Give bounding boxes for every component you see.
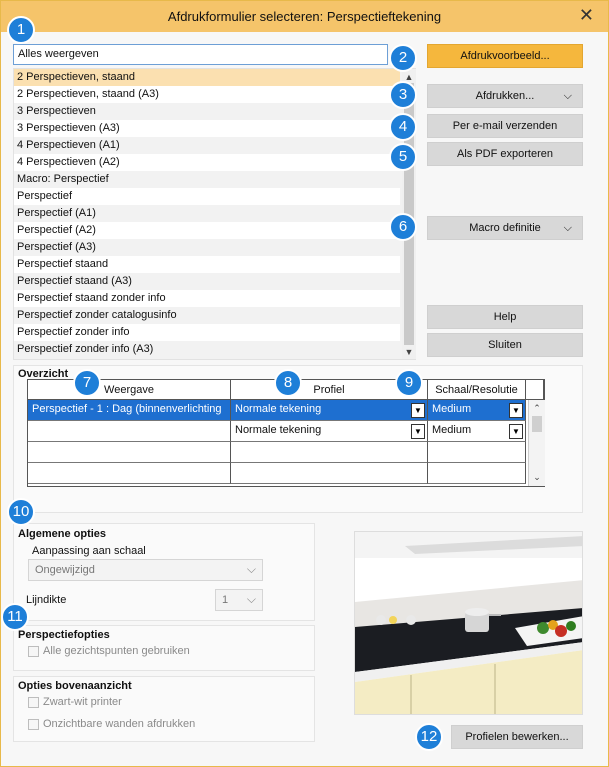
dropdown-arrow-icon[interactable]: ▼ (509, 424, 523, 439)
template-list-item[interactable]: 3 Perspectieven (14, 103, 400, 120)
callout-badge-1: 1 (7, 16, 35, 44)
line-width-label: Lijndikte (26, 594, 67, 606)
top-view-options-panel: Opties bovenaanzicht Zwart-wit printer O… (13, 676, 315, 742)
template-list-item[interactable]: Macro: Perspectief (14, 171, 400, 188)
macro-definition-label: Macro definitie (469, 222, 541, 234)
scroll-down-icon[interactable]: ⌄ (531, 471, 543, 483)
edit-profiles-button[interactable]: Profielen bewerken... (451, 725, 583, 749)
callout-badge-9: 9 (395, 369, 423, 397)
template-list-item[interactable]: 4 Perspectieven (A1) (14, 137, 400, 154)
callout-badge-4: 4 (389, 113, 417, 141)
template-list-item[interactable]: Perspectief zonder info (14, 324, 400, 341)
row-view-cell[interactable] (28, 463, 231, 484)
dropdown-arrow-icon[interactable]: ▼ (411, 424, 425, 439)
row-profile-cell[interactable] (231, 442, 428, 463)
send-email-button[interactable]: Per e-mail verzenden (427, 114, 583, 138)
title-bar: Afdrukformulier selecteren: Perspectieft… (1, 1, 608, 32)
template-list-item[interactable]: Perspectief (A1) (14, 205, 400, 222)
scroll-down-icon[interactable]: ▼ (403, 346, 415, 358)
template-list: 2 Perspectieven, staand 2 Perspectieven, … (13, 68, 416, 360)
row-scale-cell[interactable] (428, 463, 526, 484)
template-list-item[interactable]: 2 Perspectieven, staand (A3) (14, 86, 400, 103)
column-header-scale[interactable]: Schaal/Resolutie (428, 380, 526, 400)
template-list-item[interactable]: 2 Perspectieven, staand (14, 69, 400, 86)
grid-scrollbar[interactable]: ⌃ ⌄ (528, 400, 545, 486)
row-view-cell[interactable]: Perspectief - 1 : Dag (binnenverlichting (28, 400, 231, 421)
callout-badge-8: 8 (274, 369, 302, 397)
general-options-title: Algemene opties (18, 528, 107, 540)
row-profile-cell[interactable]: Normale tekening (231, 400, 428, 421)
close-icon[interactable]: ✕ (579, 5, 594, 26)
perspective-options-panel: Perspectiefopties Alle gezichtspunten ge… (13, 625, 315, 671)
all-viewpoints-checkbox[interactable] (28, 646, 39, 657)
callout-badge-2: 2 (389, 44, 417, 72)
scale-adjust-label: Aanpassing aan schaal (32, 545, 146, 557)
template-filter-field[interactable]: Alles weergeven (13, 44, 388, 65)
print-button-label: Afdrukken... (475, 90, 535, 102)
template-list-item[interactable]: Perspectief staand zonder info (14, 290, 400, 307)
line-width-select[interactable]: 1 ⌵ (215, 589, 263, 611)
template-list-item[interactable]: Perspectief (14, 188, 400, 205)
template-list-item[interactable]: 3 Perspectieven (A3) (14, 120, 400, 137)
invisible-walls-label: Onzichtbare wanden afdrukken (43, 718, 196, 730)
print-preview-button[interactable]: Afdrukvoorbeeld... (427, 44, 583, 68)
scale-adjust-select[interactable]: Ongewijzigd ⌵ (28, 559, 263, 581)
row-view-cell[interactable] (28, 442, 231, 463)
template-list-item[interactable]: Perspectief (A3) (14, 239, 400, 256)
chevron-down-icon: ⌵ (563, 222, 572, 234)
template-list-item[interactable]: Perspectief (A2) (14, 222, 400, 239)
template-list-item[interactable]: Perspectief zonder catalogusinfo (14, 307, 400, 324)
callout-badge-7: 7 (73, 369, 101, 397)
scale-adjust-value: Ongewijzigd (35, 564, 95, 576)
column-header-view[interactable]: Weergave (28, 380, 231, 400)
callout-badge-11: 11 (1, 603, 29, 631)
bw-printer-label: Zwart-wit printer (43, 696, 122, 708)
chevron-down-icon: ⌵ (563, 90, 572, 102)
dropdown-arrow-icon[interactable]: ▼ (411, 403, 425, 418)
print-button[interactable]: Afdrukken... ⌵ (427, 84, 583, 108)
scroll-up-icon[interactable]: ⌃ (531, 402, 543, 414)
line-width-value: 1 (222, 594, 229, 606)
chevron-down-icon: ⌵ (246, 562, 256, 576)
callout-badge-6: 6 (389, 213, 417, 241)
callout-badge-5: 5 (389, 143, 417, 171)
kitchen-preview-image (354, 531, 583, 715)
general-options-panel: Algemene opties Aanpassing aan schaal On… (13, 523, 315, 621)
close-button[interactable]: Sluiten (427, 333, 583, 357)
all-viewpoints-label: Alle gezichtspunten gebruiken (43, 645, 190, 657)
print-form-dialog: Afdrukformulier selecteren: Perspectieft… (0, 0, 609, 767)
chevron-down-icon: ⌵ (246, 592, 256, 606)
callout-badge-10: 10 (7, 498, 35, 526)
top-view-options-title: Opties bovenaanzicht (18, 680, 132, 692)
column-header-corner (526, 380, 544, 400)
callout-badge-3: 3 (389, 81, 417, 109)
template-list-item[interactable]: Perspectief staand (14, 256, 400, 273)
macro-definition-button[interactable]: Macro definitie ⌵ (427, 216, 583, 240)
export-pdf-button[interactable]: Als PDF exporteren (427, 142, 583, 166)
row-scale-cell[interactable] (428, 442, 526, 463)
scroll-thumb[interactable] (532, 416, 542, 432)
row-view-cell[interactable] (28, 421, 231, 442)
help-button[interactable]: Help (427, 305, 583, 329)
template-list-item[interactable]: Perspectief staand (A3) (14, 273, 400, 290)
bw-printer-checkbox[interactable] (28, 697, 39, 708)
perspective-options-title: Perspectiefopties (18, 629, 110, 641)
dropdown-arrow-icon[interactable]: ▼ (509, 403, 523, 418)
dialog-title: Afdrukformulier selecteren: Perspectieft… (167, 9, 442, 24)
row-profile-cell[interactable] (231, 463, 428, 484)
template-list-item[interactable]: Perspectief zonder info (A3) (14, 341, 400, 358)
invisible-walls-checkbox[interactable] (28, 719, 39, 730)
callout-badge-12: 12 (415, 723, 443, 751)
template-list-item[interactable]: 4 Perspectieven (A2) (14, 154, 400, 171)
row-profile-cell[interactable]: Normale tekening (231, 421, 428, 442)
